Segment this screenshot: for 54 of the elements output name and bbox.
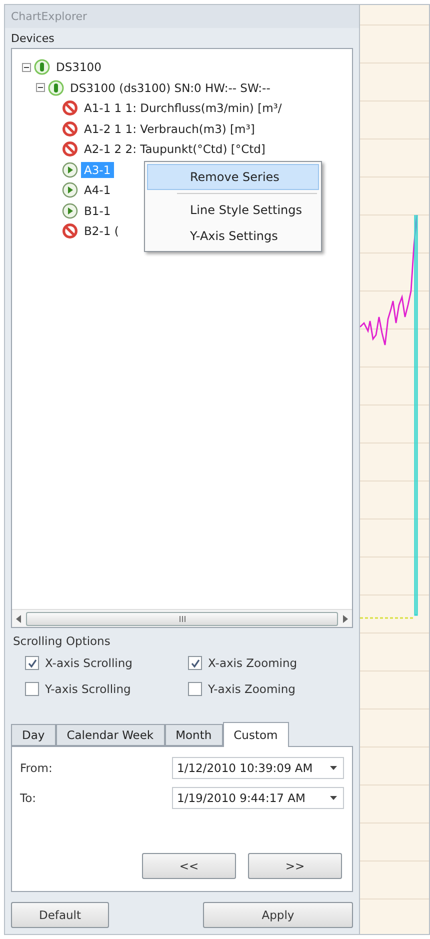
tab[interactable]: Month — [164, 724, 223, 746]
menu-item[interactable]: Remove Series — [147, 164, 319, 190]
horizontal-scrollbar[interactable] — [12, 609, 352, 627]
grip-icon — [178, 616, 186, 622]
tree-item[interactable]: B2-1 ( — [81, 223, 122, 240]
tree-item[interactable]: A2-1 2 2: Taupunkt(°Ctd) [°Ctd] — [81, 141, 268, 158]
device-icon — [48, 80, 64, 96]
dropdown-arrow-icon — [330, 796, 337, 800]
tree-item[interactable]: A1-2 1 1: Verbrauch(m3) [m³] — [81, 120, 258, 137]
navigation-button[interactable]: >> — [248, 853, 342, 879]
default-button[interactable]: Default — [11, 902, 109, 928]
checkbox-label: X-axis Scrolling — [45, 656, 132, 670]
section-header: Devices — [10, 31, 56, 47]
checkbox-label: X-axis Zooming — [208, 656, 298, 670]
no-entry-icon — [62, 223, 78, 240]
tree-item[interactable]: A1-1 1 1: Durchfluss(m3/min) [m³/ — [81, 100, 285, 116]
panel-title: ChartExplorer — [5, 5, 359, 28]
checkbox-label: Y-axis Scrolling — [45, 682, 131, 696]
no-entry-icon — [62, 120, 78, 137]
checkbox-label: Y-axis Zooming — [208, 682, 296, 696]
checkbox[interactable] — [188, 656, 202, 670]
group-title: Scrolling Options — [13, 634, 110, 648]
collapse-icon[interactable] — [22, 62, 31, 72]
scroll-right-icon[interactable] — [342, 614, 348, 622]
tree-item[interactable]: DS3100 (ds3100) SN:0 HW:-- SW:-- — [67, 80, 274, 96]
play-icon — [62, 162, 78, 178]
no-entry-icon — [62, 100, 78, 116]
play-icon — [62, 202, 78, 219]
field-label: From: — [20, 761, 52, 775]
no-entry-icon — [62, 141, 78, 158]
scroll-left-icon[interactable] — [16, 614, 22, 622]
date-picker[interactable]: 1/12/2010 10:39:09 AM — [172, 757, 344, 779]
device-icon — [34, 59, 50, 76]
checkmark-icon — [28, 658, 36, 668]
checkbox[interactable] — [25, 656, 39, 670]
tab[interactable]: Custom — [222, 722, 289, 747]
date-picker[interactable]: 1/19/2010 9:44:17 AM — [172, 787, 344, 809]
tree-item[interactable]: DS3100 — [53, 59, 104, 76]
checkbox[interactable] — [25, 682, 39, 696]
scroll-thumb[interactable] — [26, 612, 338, 626]
apply-button[interactable]: Apply — [203, 902, 353, 928]
dropdown-arrow-icon — [330, 766, 337, 770]
tab[interactable]: Calendar Week — [56, 724, 165, 746]
tree-item[interactable]: A4-1 — [81, 182, 114, 198]
checkmark-icon — [190, 658, 200, 668]
field-label: To: — [20, 791, 36, 805]
checkbox[interactable] — [188, 682, 202, 696]
tab[interactable]: Day — [11, 724, 56, 746]
menu-item[interactable]: Y-Axis Settings — [147, 223, 319, 249]
tree-item[interactable]: B1-1 — [81, 202, 114, 219]
navigation-button[interactable]: << — [142, 853, 236, 879]
menu-item[interactable]: Line Style Settings — [147, 197, 319, 223]
collapse-icon[interactable] — [36, 83, 45, 92]
play-icon — [62, 182, 78, 198]
